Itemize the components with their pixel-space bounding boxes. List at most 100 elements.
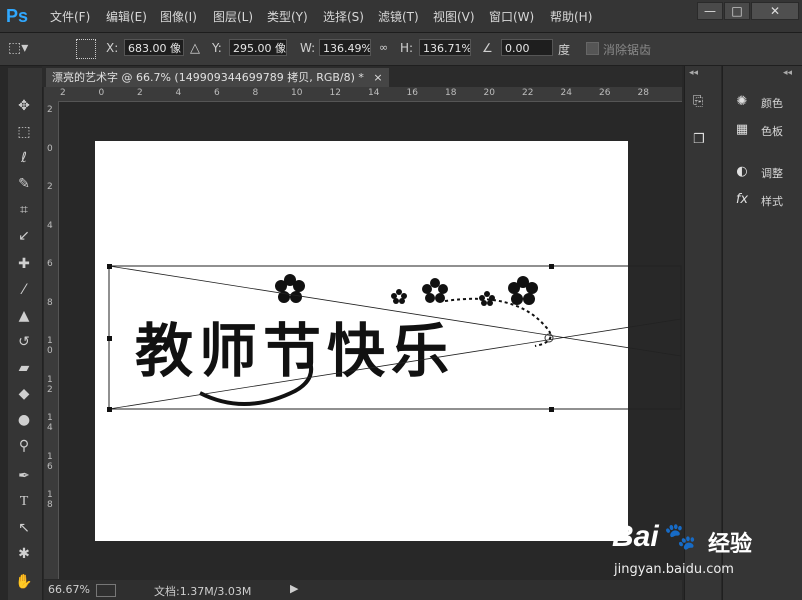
ruler-h-tick: 28 xyxy=(637,88,649,98)
menu-layer[interactable]: 图层(L) xyxy=(213,8,253,25)
angle-field[interactable]: 0.00 xyxy=(501,39,553,56)
history-brush-tool-icon[interactable]: ↺ xyxy=(12,331,36,353)
document-tab[interactable]: 漂亮的艺术字 @ 66.7% (149909344699789 拷贝, RGB/… xyxy=(46,68,389,87)
document-info: 文档:1.37M/3.03M xyxy=(154,585,252,598)
ruler-h-tick: 8 xyxy=(252,88,259,98)
eyedropper-tool-icon[interactable]: ↙ xyxy=(12,225,36,247)
angle-icon: ∠ xyxy=(482,41,493,55)
type-tool-icon[interactable]: T xyxy=(12,491,36,513)
stamp-tool-icon[interactable]: ▲ xyxy=(12,305,36,327)
eraser-tool-icon[interactable]: ▰ xyxy=(12,357,36,379)
panel-color[interactable]: ✺ 颜色 xyxy=(723,90,802,114)
menu-window[interactable]: 窗口(W) xyxy=(489,8,534,25)
watermark-url: jingyan.baidu.com xyxy=(614,562,734,577)
palette-icon: ✺ xyxy=(736,94,748,109)
ruler-v-tick: 2 xyxy=(47,105,53,115)
link-icon[interactable]: ∞ xyxy=(379,41,388,54)
transform-handle[interactable] xyxy=(549,407,554,412)
ruler-h-tick: 2 xyxy=(137,88,143,98)
document-tab-title: 漂亮的艺术字 @ 66.7% (149909344699789 拷贝, RGB/… xyxy=(52,71,364,84)
collapse-arrows-icon[interactable]: ◂◂ xyxy=(689,68,698,78)
transform-handle[interactable] xyxy=(107,264,112,269)
shape-tool-icon[interactable]: ✱ xyxy=(12,543,36,565)
styles-icon: fx xyxy=(735,192,749,207)
menu-edit[interactable]: 编辑(E) xyxy=(106,8,147,25)
move-tool-icon[interactable]: ✥ xyxy=(12,95,36,117)
marquee-tool-icon[interactable]: ⬚ xyxy=(12,121,36,143)
menu-file[interactable]: 文件(F) xyxy=(50,8,90,25)
w-field[interactable]: 136.49% xyxy=(319,39,371,56)
zoom-level[interactable]: 66.67% xyxy=(48,583,90,596)
status-menu-arrow-icon[interactable]: ▶ xyxy=(290,582,298,595)
transform-preset-icon[interactable]: ⬚▾ xyxy=(8,37,44,59)
close-window-button[interactable]: ✕ xyxy=(751,2,799,20)
status-bar: 66.67% 文档:1.37M/3.03M ▶ xyxy=(44,580,682,600)
watermark-brand2: 经验 xyxy=(708,532,753,557)
tools-panel: ✥ ⬚ ℓ ✎ ⌗ ↙ ✚ ⁄ ▲ ↺ ▰ ◆ ● ⚲ ✒ T ↖ ✱ ✋ xyxy=(8,68,43,600)
x-field[interactable]: 683.00 像 xyxy=(124,39,184,56)
transform-handle[interactable] xyxy=(107,336,112,341)
ruler-v-tick: 8 xyxy=(47,297,53,308)
delta-icon[interactable]: △ xyxy=(190,41,200,56)
collapse-arrows-icon[interactable]: ◂◂ xyxy=(783,68,792,78)
dodge-tool-icon[interactable]: ⚲ xyxy=(12,435,36,457)
antialias-label: 消除锯齿 xyxy=(603,43,652,57)
menu-image[interactable]: 图像(I) xyxy=(160,8,197,25)
panel-color-label: 颜色 xyxy=(761,97,783,110)
h-field[interactable]: 136.71% xyxy=(419,39,471,56)
brush-tool-icon[interactable]: ⁄ xyxy=(12,279,36,301)
ruler-h-tick: 10 xyxy=(291,88,303,98)
antialias-checkbox[interactable] xyxy=(586,42,599,55)
panel-styles[interactable]: fx 样式 xyxy=(723,188,802,212)
transform-handle[interactable] xyxy=(107,407,112,412)
status-preview-icon[interactable] xyxy=(96,584,116,597)
minimize-button[interactable]: — xyxy=(697,2,723,20)
angle-unit: 度 xyxy=(558,43,571,57)
y-field[interactable]: 295.00 像 xyxy=(229,39,287,56)
ruler-v-tick: 2 xyxy=(47,182,53,192)
path-selection-tool-icon[interactable]: ↖ xyxy=(12,517,36,539)
reference-point-icon[interactable] xyxy=(76,39,96,59)
properties-panel-icon[interactable]: ❒ xyxy=(693,132,713,150)
transform-handle[interactable] xyxy=(549,264,554,269)
canvas-area[interactable]: 教师节快乐 xyxy=(59,102,682,579)
history-panel-icon[interactable]: ⎘ xyxy=(693,94,713,112)
document-tab-bar: 漂亮的艺术字 @ 66.7% (149909344699789 拷贝, RGB/… xyxy=(42,66,682,87)
ruler-h-tick: 0 xyxy=(98,88,105,98)
quick-select-tool-icon[interactable]: ✎ xyxy=(12,173,36,195)
transform-bounding-box xyxy=(108,265,682,410)
menu-type[interactable]: 类型(Y) xyxy=(267,8,308,25)
ruler-v-tick: 0 xyxy=(47,143,53,154)
paint-bucket-tool-icon[interactable]: ◆ xyxy=(12,383,36,405)
panel-styles-label: 样式 xyxy=(761,195,783,208)
ruler-h-tick: 4 xyxy=(175,88,182,98)
h-label: H: xyxy=(400,41,414,55)
panel-adjustments-label: 调整 xyxy=(761,167,783,180)
ruler-v-tick: 1 6 xyxy=(47,451,53,472)
menu-help[interactable]: 帮助(H) xyxy=(550,8,592,25)
ruler-h-tick: 16 xyxy=(406,88,418,98)
panel-swatches[interactable]: ▦ 色板 xyxy=(723,118,802,142)
ruler-v-tick: 1 0 xyxy=(47,336,53,356)
blur-tool-icon[interactable]: ● xyxy=(12,409,36,431)
pen-tool-icon[interactable]: ✒ xyxy=(12,465,36,487)
tab-close-icon[interactable]: × xyxy=(373,71,382,84)
hand-tool-icon[interactable]: ✋ xyxy=(12,571,36,593)
panel-adjustments[interactable]: ◐ 调整 xyxy=(723,160,802,184)
ruler-h-tick: 20 xyxy=(483,88,495,98)
lasso-tool-icon[interactable]: ℓ xyxy=(12,147,36,169)
menu-filter[interactable]: 滤镜(T) xyxy=(378,8,419,25)
transform-box-svg[interactable] xyxy=(59,102,682,579)
transform-diagonal xyxy=(108,265,682,357)
crop-tool-icon[interactable]: ⌗ xyxy=(12,199,36,221)
maximize-button[interactable]: □ xyxy=(724,2,750,20)
y-label: Y: xyxy=(212,41,222,55)
menu-view[interactable]: 视图(V) xyxy=(433,8,475,25)
healing-brush-tool-icon[interactable]: ✚ xyxy=(12,253,36,275)
options-bar: ⬚▾ X: 683.00 像 △ Y: 295.00 像 W: 136.49% … xyxy=(0,33,802,66)
panel-swatches-label: 色板 xyxy=(761,125,783,138)
baidu-watermark: Bai 🐾 经验 jingyan.baidu.com xyxy=(612,520,792,580)
menu-select[interactable]: 选择(S) xyxy=(323,8,364,25)
x-label: X: xyxy=(106,41,119,55)
ruler-h-tick: 18 xyxy=(445,88,457,98)
